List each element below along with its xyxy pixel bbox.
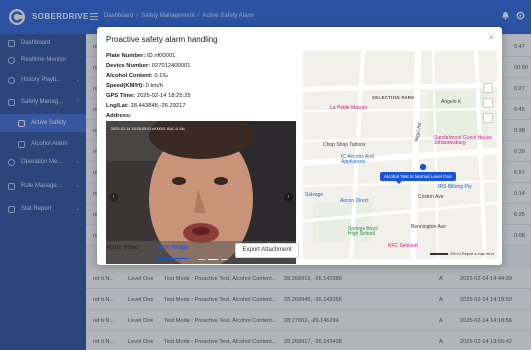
alcohol-content-value: 0.1‰ xyxy=(154,73,169,79)
lnglat-row: Lng/Lat: 28.443848,-26.29217 xyxy=(106,101,191,111)
address-label: Address: xyxy=(106,113,132,119)
map-label-bennington-ave: Bennington Ave xyxy=(411,224,446,230)
speed-row: Speed(KM/H): 0 km/h xyxy=(106,81,191,91)
pager-dot[interactable] xyxy=(208,258,218,260)
map-attribution: 200 m Report a map error xyxy=(428,252,494,256)
alarm-info: Plate Number: ID.nf00001 Device Number: … xyxy=(106,51,191,121)
map-label-selection-park: SELECTION PARK xyxy=(372,95,415,100)
map-label-kfc: KFC Selcourt xyxy=(388,243,418,249)
speed-label: Speed(KM/H): xyxy=(106,83,144,89)
speed-value: 0 km/h xyxy=(145,83,164,89)
alcohol-content-label: Alcohol Content: xyxy=(106,73,153,79)
map-label-jrs-biltong: JRS Biltong Pty xyxy=(437,184,472,190)
map-locate-icon[interactable] xyxy=(483,98,493,108)
previous-image-button[interactable]: ‹ xyxy=(109,193,118,202)
plate-number-value: ID.nf00001 xyxy=(146,53,176,59)
tab-alarm-video[interactable]: Alarm Video xyxy=(106,245,139,259)
device-number-row: Device Number: 027012400001 xyxy=(106,61,191,71)
map-label-chop-shop: Chop Shop Tattoos xyxy=(323,142,366,148)
location-map[interactable]: SELECTION PARK Angelo K La Petite Maison… xyxy=(303,51,497,259)
lnglat-value: 28.443848,-26.29217 xyxy=(130,103,186,109)
next-image-button[interactable]: › xyxy=(284,193,293,202)
map-layers-icon[interactable] xyxy=(483,83,493,93)
alarm-handling-dialog: Proactive safety alarm handling × Plate … xyxy=(97,27,502,265)
map-zoom-icon[interactable] xyxy=(483,113,493,123)
plate-number-label: Plate Number: xyxy=(106,53,146,59)
map-label-coston-ave: Coston Ave xyxy=(418,194,444,200)
alcohol-content-row: Alcohol Content: 0.1‰ xyxy=(106,71,191,81)
attachment-tabs: Alarm Video Alarm Image xyxy=(106,245,189,259)
pager-dot[interactable] xyxy=(198,258,205,260)
map-scale: 200 m xyxy=(450,252,461,256)
lnglat-label: Lng/Lat: xyxy=(106,103,129,109)
map-label-la-petite-maison: La Petite Maison xyxy=(330,105,368,111)
map-label-sandalwood: Sandalwood Guest House Johannesburg xyxy=(434,135,493,146)
dialog-title: Proactive safety alarm handling xyxy=(106,35,218,44)
plate-number-row: Plate Number: ID.nf00001 xyxy=(106,51,191,61)
map-label-salvage: Salvage xyxy=(305,192,324,198)
address-row: Address: xyxy=(106,111,191,121)
gps-time-row: GPS Time: 2025-02-14 18:25:25 xyxy=(106,91,191,101)
map-label-ic-aircons: IC Aircons And Appliances xyxy=(341,154,374,165)
image-pager[interactable] xyxy=(198,258,228,260)
device-number-label: Device Number: xyxy=(106,63,151,69)
map-label-aircon-direct: Aircon Direct xyxy=(340,198,369,204)
gps-time-label: GPS Time: xyxy=(106,93,136,99)
device-number-value: 027012400001 xyxy=(151,63,191,69)
video-timestamp: 2025-02-14 18:25:25 ID.nf00001 BAC:0.1‰ xyxy=(111,127,185,131)
export-attachment-button[interactable]: Export Attachment xyxy=(235,243,299,258)
map-label-springs-boys: Springs Boys' High School xyxy=(348,226,379,237)
tab-alarm-image[interactable]: Alarm Image xyxy=(154,245,189,259)
pager-dot[interactable] xyxy=(221,258,228,260)
map-label-angelo: Angelo K xyxy=(441,99,462,105)
gps-time-value: 2025-02-14 18:25:25 xyxy=(136,93,191,99)
map-roads xyxy=(303,51,497,259)
alarm-marker-tooltip[interactable]: Alcohol Test Is Normal Level One xyxy=(380,172,456,184)
close-icon[interactable]: × xyxy=(489,32,494,42)
map-report-link[interactable]: Report a map error xyxy=(462,252,494,256)
